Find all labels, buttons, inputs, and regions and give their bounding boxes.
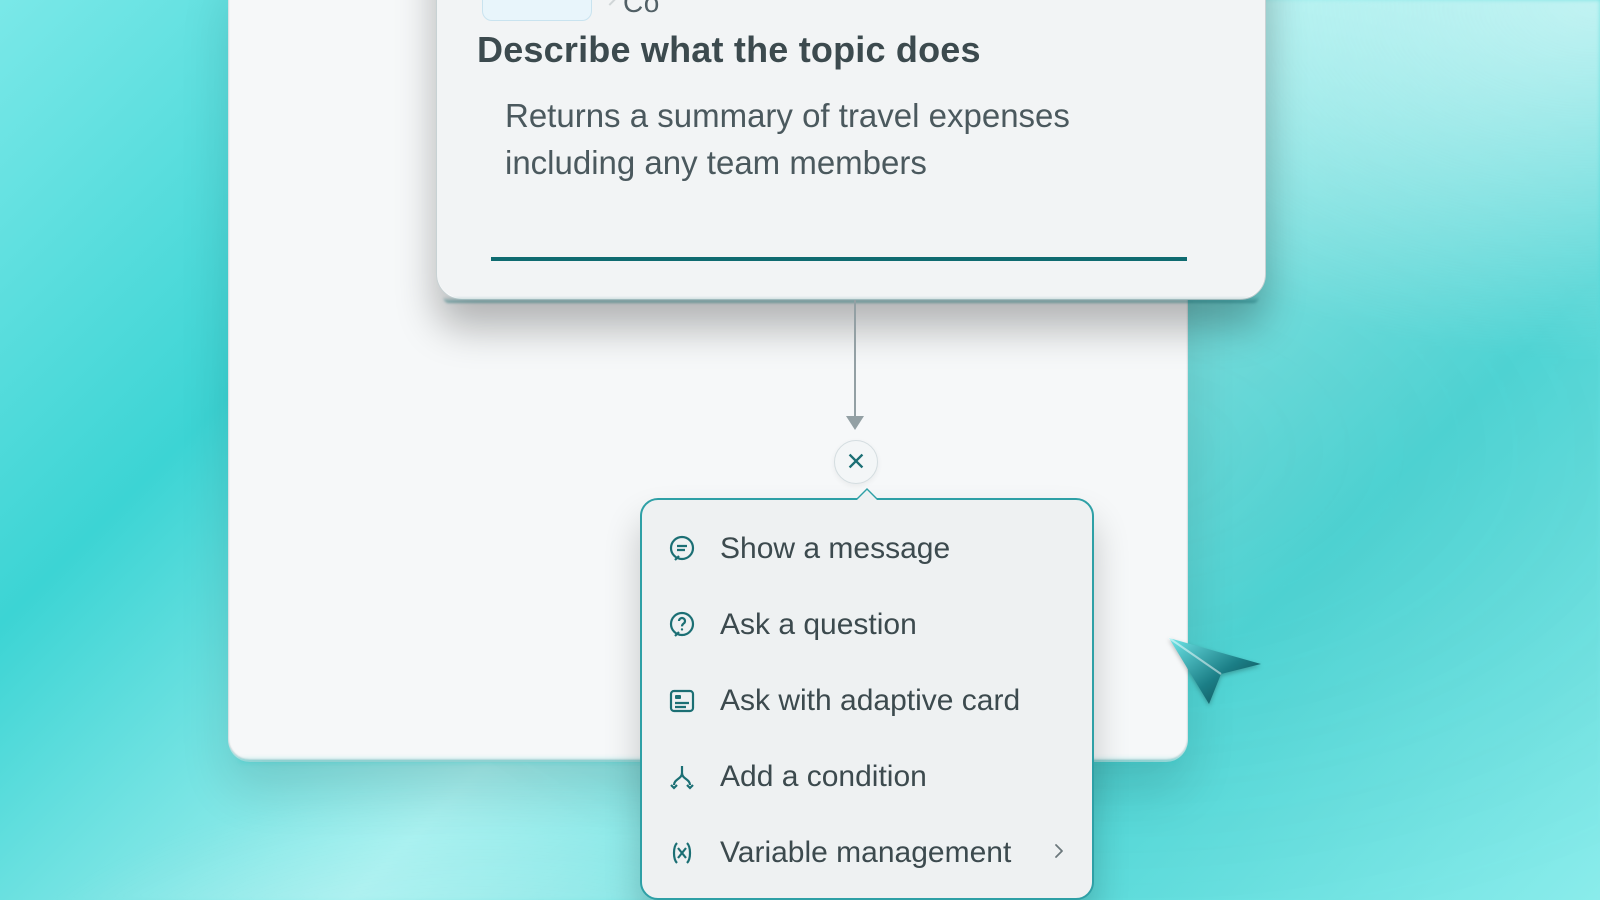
menu-item-label: Ask with adaptive card	[720, 684, 1020, 718]
branch-icon	[666, 761, 698, 793]
menu-item-label: Add a condition	[720, 760, 927, 794]
section-title: Describe what the topic does	[477, 29, 981, 71]
menu-caret	[855, 488, 879, 500]
menu-item-label: Ask a question	[720, 608, 917, 642]
card-thumbnail	[482, 0, 592, 21]
topic-description-input[interactable]: Returns a summary of travel expenses inc…	[491, 85, 1187, 261]
add-node-menu: Show a message Ask a question Ask with a…	[640, 498, 1094, 900]
close-icon	[845, 450, 867, 475]
menu-item-ask-question[interactable]: Ask a question	[642, 588, 1092, 664]
flow-connector	[854, 300, 856, 428]
trigger-card: Co Describe what the topic does Returns …	[436, 0, 1266, 300]
menu-item-variable-management[interactable]: Variable management	[642, 816, 1092, 892]
question-icon	[666, 609, 698, 641]
close-add-node-button[interactable]	[834, 440, 878, 484]
chevron-right-icon	[1050, 842, 1068, 865]
menu-item-show-message[interactable]: Show a message	[642, 512, 1092, 588]
menu-item-add-condition[interactable]: Add a condition	[642, 740, 1092, 816]
menu-item-adaptive-card[interactable]: Ask with adaptive card	[642, 664, 1092, 740]
topic-description-value: Returns a summary of travel expenses inc…	[505, 93, 1173, 187]
menu-item-label: Show a message	[720, 532, 950, 566]
truncated-label: Co	[623, 0, 660, 19]
adaptive-card-icon	[666, 685, 698, 717]
menu-item-label: Variable management	[720, 836, 1011, 870]
variable-icon	[666, 837, 698, 869]
chat-bubble-icon	[666, 533, 698, 565]
